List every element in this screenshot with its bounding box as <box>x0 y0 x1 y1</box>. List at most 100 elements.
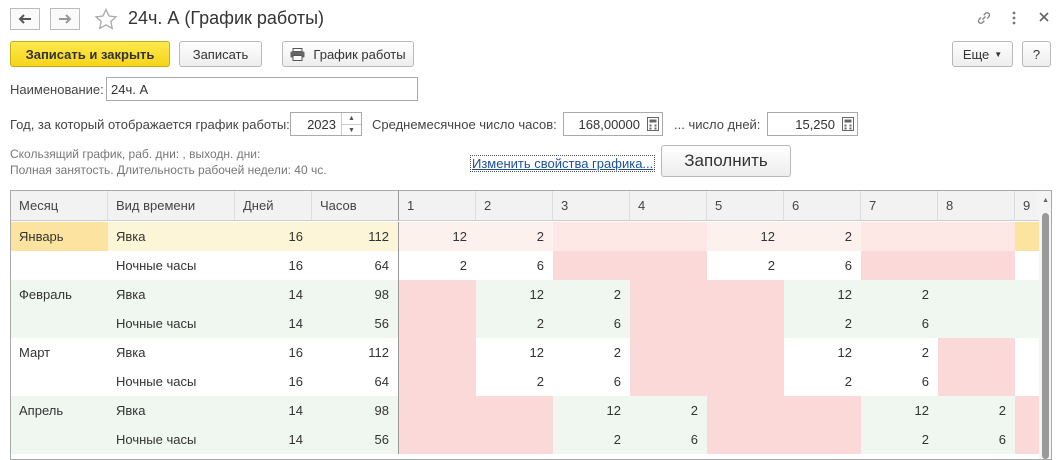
cell-day-1[interactable]: 12 <box>399 222 476 251</box>
cell-day-8[interactable] <box>938 338 1015 367</box>
cell-day-6[interactable]: 6 <box>784 251 861 280</box>
cell-day-1[interactable] <box>399 280 476 309</box>
calculator-icon[interactable] <box>646 116 660 132</box>
cell-days[interactable]: 16 <box>235 367 312 396</box>
cell-hours[interactable]: 112 <box>312 222 399 251</box>
fill-button[interactable]: Заполнить <box>661 145 791 177</box>
cell-day-6[interactable]: 2 <box>784 309 861 338</box>
calculator-icon[interactable] <box>841 116 855 132</box>
vertical-scrollbar[interactable]: ▲ <box>1039 191 1051 459</box>
star-icon[interactable] <box>94 8 118 30</box>
cell-month[interactable] <box>11 425 108 454</box>
cell-day-6[interactable] <box>784 396 861 425</box>
cell-day-1[interactable] <box>399 367 476 396</box>
cell-day-9[interactable] <box>1015 425 1041 454</box>
column-header-time-type[interactable]: Вид времени <box>108 191 235 221</box>
cell-month[interactable]: Февраль <box>11 280 108 309</box>
column-header-day-9[interactable]: 9 <box>1015 191 1041 221</box>
cell-day-5[interactable] <box>707 280 784 309</box>
cell-hours[interactable]: 98 <box>312 396 399 425</box>
cell-day-6[interactable]: 2 <box>784 367 861 396</box>
cell-day-4[interactable] <box>630 367 707 396</box>
cell-day-6[interactable]: 12 <box>784 280 861 309</box>
cell-day-3[interactable]: 2 <box>553 280 630 309</box>
avg-hours-field[interactable]: 168,00000 <box>563 112 663 136</box>
cell-day-2[interactable]: 2 <box>476 309 553 338</box>
cell-time-type[interactable]: Ночные часы <box>108 251 235 280</box>
cell-day-6[interactable] <box>784 425 861 454</box>
cell-day-8[interactable] <box>938 367 1015 396</box>
cell-day-3[interactable]: 12 <box>553 396 630 425</box>
cell-day-3[interactable] <box>553 251 630 280</box>
cell-day-9[interactable] <box>1015 367 1041 396</box>
cell-day-5[interactable] <box>707 309 784 338</box>
cell-day-9[interactable] <box>1015 309 1041 338</box>
help-button[interactable]: ? <box>1022 41 1051 67</box>
cell-time-type[interactable]: Ночные часы <box>108 309 235 338</box>
name-field[interactable]: 24ч. А <box>106 77 418 101</box>
cell-days[interactable]: 14 <box>235 396 312 425</box>
cell-hours[interactable]: 56 <box>312 309 399 338</box>
cell-day-3[interactable] <box>553 222 630 251</box>
cell-day-2[interactable]: 2 <box>476 222 553 251</box>
cell-day-6[interactable]: 2 <box>784 222 861 251</box>
cell-day-5[interactable]: 12 <box>707 222 784 251</box>
work-schedule-print-button[interactable]: График работы <box>282 41 414 67</box>
days-field[interactable]: 15,250 <box>767 112 858 136</box>
cell-day-9[interactable] <box>1015 280 1041 309</box>
cell-day-1[interactable] <box>399 396 476 425</box>
cell-days[interactable]: 16 <box>235 222 312 251</box>
cell-day-7[interactable]: 12 <box>861 396 938 425</box>
chevron-down-icon[interactable]: ▼ <box>342 125 361 136</box>
table-row[interactable] <box>11 454 1041 459</box>
change-schedule-properties-link[interactable]: Изменить свойства графика... <box>470 155 656 172</box>
cell-day-5[interactable] <box>707 425 784 454</box>
cell-day-2[interactable] <box>476 396 553 425</box>
forward-button[interactable] <box>50 8 80 30</box>
cell-day-5[interactable] <box>707 396 784 425</box>
scrollbar-thumb[interactable] <box>1042 213 1049 459</box>
save-button[interactable]: Записать <box>179 41 262 67</box>
cell-day-1[interactable] <box>399 425 476 454</box>
cell-time-type[interactable]: Ночные часы <box>108 425 235 454</box>
cell-day-8[interactable] <box>938 222 1015 251</box>
cell-day-9[interactable] <box>1015 222 1041 251</box>
cell-day-2[interactable] <box>476 425 553 454</box>
cell-month[interactable]: Январь <box>11 222 108 251</box>
column-header-hours[interactable]: Часов <box>312 191 399 221</box>
cell-day-8[interactable] <box>938 280 1015 309</box>
cell-time-type[interactable]: Ночные часы <box>108 367 235 396</box>
cell-day-4[interactable] <box>630 251 707 280</box>
link-icon[interactable] <box>976 10 992 26</box>
schedule-table[interactable]: Месяц Вид времени Дней Часов 1 2 3 4 5 6 7 8 9 Январь… <box>10 190 1052 460</box>
cell-day-8[interactable] <box>938 251 1015 280</box>
cell-hours[interactable]: 112 <box>312 338 399 367</box>
chevron-up-icon[interactable]: ▲ <box>342 113 361 125</box>
cell-day-1[interactable]: 2 <box>399 251 476 280</box>
cell-days[interactable]: 16 <box>235 338 312 367</box>
cell-day-4[interactable] <box>630 280 707 309</box>
back-button[interactable] <box>10 8 40 30</box>
cell-days[interactable]: 14 <box>235 280 312 309</box>
cell-day-5[interactable] <box>707 367 784 396</box>
save-and-close-button[interactable]: Записать и закрыть <box>10 41 170 67</box>
column-header-day-1[interactable]: 1 <box>399 191 476 221</box>
cell-day-9[interactable] <box>1015 396 1041 425</box>
cell-hours[interactable]: 98 <box>312 280 399 309</box>
column-header-day-3[interactable]: 3 <box>553 191 630 221</box>
cell-day-4[interactable] <box>630 338 707 367</box>
cell-day-8[interactable] <box>938 309 1015 338</box>
cell-time-type[interactable]: Явка <box>108 396 235 425</box>
cell-hours[interactable]: 64 <box>312 367 399 396</box>
cell-days[interactable]: 16 <box>235 251 312 280</box>
cell-day-5[interactable] <box>707 338 784 367</box>
cell-day-8[interactable]: 2 <box>938 396 1015 425</box>
cell-day-2[interactable]: 12 <box>476 280 553 309</box>
column-header-day-4[interactable]: 4 <box>630 191 707 221</box>
cell-hours[interactable]: 56 <box>312 425 399 454</box>
cell-days[interactable]: 14 <box>235 309 312 338</box>
cell-month[interactable] <box>11 367 108 396</box>
cell-day-1[interactable] <box>399 338 476 367</box>
cell-day-4[interactable] <box>630 309 707 338</box>
column-header-day-8[interactable]: 8 <box>938 191 1015 221</box>
